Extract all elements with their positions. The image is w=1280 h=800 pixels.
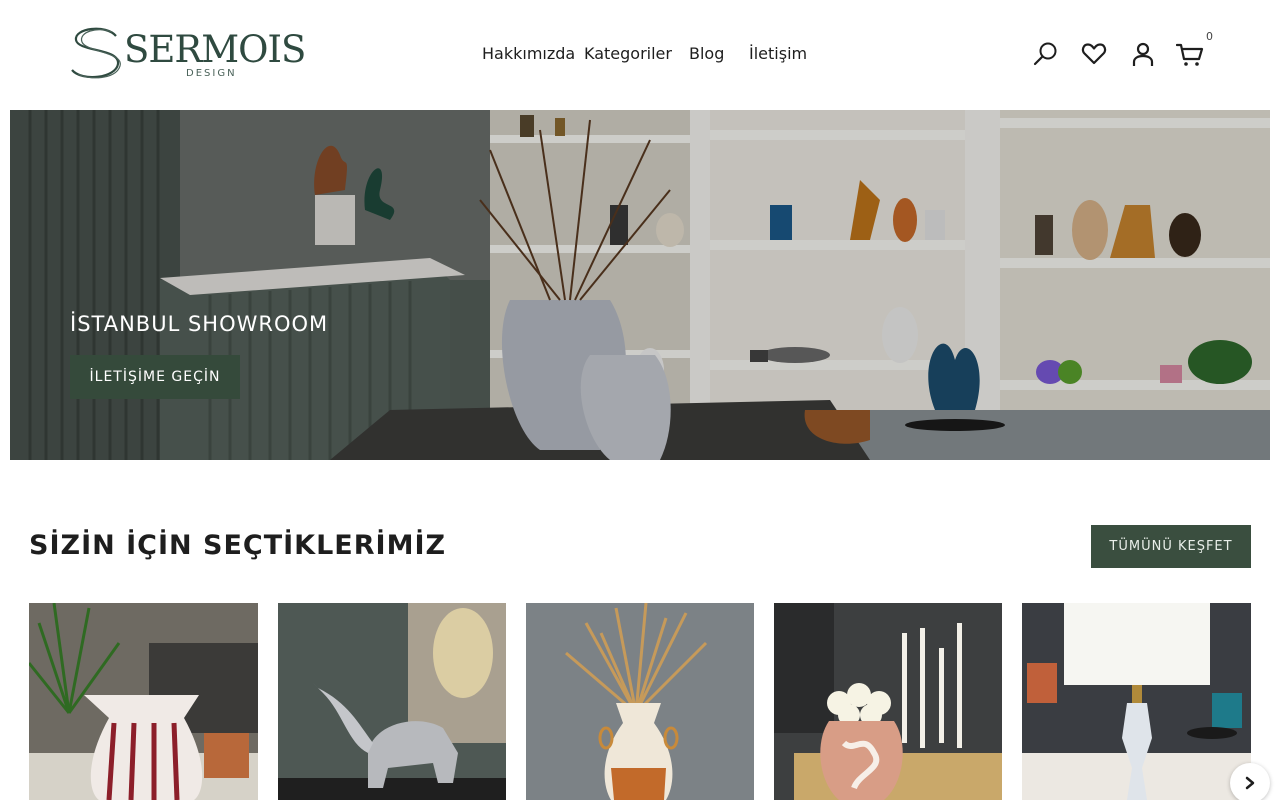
chevron-right-icon xyxy=(1245,776,1255,790)
hero-banner: İSTANBUL SHOWROOM İLETİŞİME GEÇİN xyxy=(10,110,1270,460)
search-icon[interactable] xyxy=(1032,40,1060,68)
nav-item-about[interactable]: Hakkımızda xyxy=(482,44,575,63)
carousel-next-button[interactable] xyxy=(1230,763,1270,800)
user-icon[interactable] xyxy=(1129,40,1157,68)
product-card[interactable] xyxy=(774,603,1003,800)
product-card[interactable] xyxy=(526,603,755,800)
brand-logo[interactable]: SERMOIS DESIGN xyxy=(68,26,308,86)
cart-icon[interactable] xyxy=(1175,40,1204,68)
nav-item-blog[interactable]: Blog xyxy=(689,44,724,63)
brand-subtitle: DESIGN xyxy=(186,68,237,79)
cart-count-badge: 0 xyxy=(1206,30,1213,43)
heart-icon[interactable] xyxy=(1080,40,1108,68)
product-image xyxy=(1022,603,1251,800)
explore-all-button[interactable]: TÜMÜNÜ KEŞFET xyxy=(1091,525,1251,568)
product-card[interactable] xyxy=(278,603,507,800)
featured-section-title: SİZİN İÇİN SEÇTİKLERİMİZ xyxy=(29,530,447,561)
product-image xyxy=(29,603,258,800)
product-image xyxy=(278,603,506,800)
product-image xyxy=(774,603,1002,800)
logo-mark-icon xyxy=(71,27,121,79)
nav-item-categories[interactable]: Kategoriler xyxy=(584,44,672,63)
product-card[interactable] xyxy=(29,603,258,800)
brand-name: SERMOIS xyxy=(124,28,306,71)
product-image xyxy=(526,603,754,800)
nav-item-contact[interactable]: İletişim xyxy=(749,44,807,63)
contact-us-button[interactable]: İLETİŞİME GEÇİN xyxy=(70,355,240,399)
showroom-image xyxy=(10,110,1270,460)
site-header: SERMOIS DESIGN Hakkımızda Kategoriler Bl… xyxy=(0,0,1280,110)
hero-title: İSTANBUL SHOWROOM xyxy=(70,312,329,336)
product-card[interactable] xyxy=(1022,603,1251,800)
